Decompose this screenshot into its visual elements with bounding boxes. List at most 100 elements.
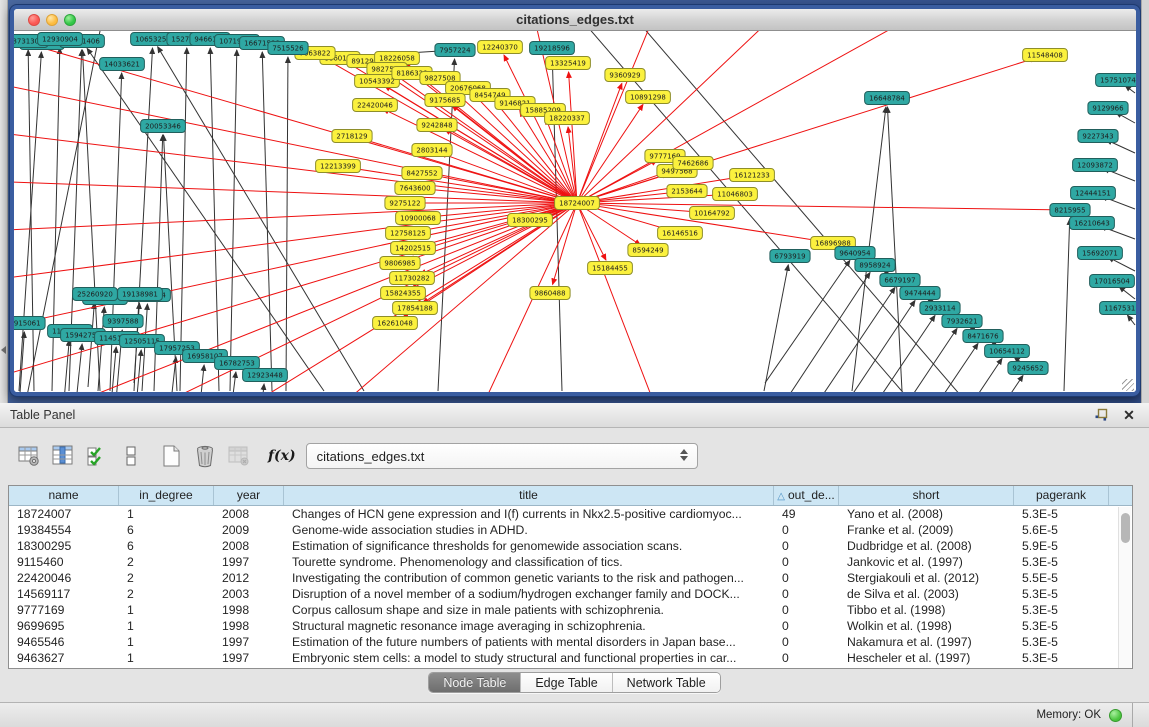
table-cell[interactable]: 5.3E-5 xyxy=(1014,602,1109,618)
graph-edge[interactable] xyxy=(88,303,94,387)
table-cell[interactable]: 18300295 xyxy=(9,538,119,554)
select-all-button[interactable] xyxy=(82,441,112,471)
table-cell[interactable]: 2009 xyxy=(214,522,284,538)
create-column-button[interactable] xyxy=(156,441,186,471)
table-cell[interactable]: Jankovic et al. (1997) xyxy=(839,554,1014,570)
graph-node[interactable]: 8215955 xyxy=(1050,204,1090,217)
table-cell[interactable]: 6 xyxy=(119,538,214,554)
table-cell[interactable]: Changes of HCN gene expression and I(f) … xyxy=(284,506,774,522)
table-cell[interactable]: 5.6E-5 xyxy=(1014,522,1109,538)
graph-edge[interactable] xyxy=(577,83,622,203)
graph-node[interactable]: 11046803 xyxy=(713,188,758,201)
graph-node[interactable]: 16121233 xyxy=(730,169,775,182)
table-cell[interactable]: 2 xyxy=(119,570,214,586)
delete-column-button[interactable] xyxy=(190,441,220,471)
table-cell[interactable]: 0 xyxy=(774,602,839,618)
table-cell[interactable]: Wolkin et al. (1998) xyxy=(839,618,1014,634)
table-cell[interactable]: 1997 xyxy=(214,554,284,570)
graph-edge[interactable] xyxy=(553,203,577,284)
table-cell[interactable]: 1998 xyxy=(214,602,284,618)
column-header-short[interactable]: short xyxy=(839,486,1014,505)
graph-node[interactable]: 15692071 xyxy=(1078,247,1123,260)
table-cell[interactable]: 9699695 xyxy=(9,618,119,634)
table-cell[interactable]: 5.5E-5 xyxy=(1014,570,1109,586)
graph-node[interactable]: 16261048 xyxy=(373,317,418,330)
table-cell[interactable]: 2003 xyxy=(214,586,284,602)
network-window[interactable]: citations_edges.txt 18724007886012389129… xyxy=(10,5,1140,396)
network-canvas[interactable]: 1872400788601238912954182260589827509105… xyxy=(14,31,1136,393)
graph-edge[interactable] xyxy=(1064,219,1070,391)
graph-node[interactable]: 12923448 xyxy=(243,369,288,382)
maximize-window-button[interactable] xyxy=(64,14,76,26)
graph-node[interactable]: 9915061 xyxy=(14,317,45,330)
table-cell[interactable]: 5.9E-5 xyxy=(1014,538,1109,554)
control-panel-divider[interactable] xyxy=(0,0,8,403)
table-cell[interactable]: 9463627 xyxy=(9,650,119,666)
graph-node[interactable]: 12093872 xyxy=(1073,159,1118,172)
table-cell[interactable]: 6 xyxy=(119,522,214,538)
table-row[interactable]: 1872400712008Changes of HCN gene express… xyxy=(9,506,1132,522)
function-builder-button[interactable]: f(x) xyxy=(268,448,296,464)
table-cell[interactable]: 1 xyxy=(119,618,214,634)
graph-node[interactable]: 12213399 xyxy=(316,160,361,173)
graph-node[interactable]: 9245652 xyxy=(1008,362,1048,375)
column-header-in_degree[interactable]: in_degree xyxy=(119,486,214,505)
table-row[interactable]: 2242004622012Investigating the contribut… xyxy=(9,570,1132,586)
graph-node[interactable]: 16210643 xyxy=(1070,217,1115,230)
table-cell[interactable]: Nakamura et al. (1997) xyxy=(839,634,1014,650)
table-cell[interactable]: 1997 xyxy=(214,650,284,666)
graph-node[interactable]: 15184455 xyxy=(588,262,633,275)
graph-node[interactable]: 9860488 xyxy=(530,287,570,300)
table-cell[interactable]: Embryonic stem cells: a model to study s… xyxy=(284,650,774,666)
graph-edge[interactable] xyxy=(199,365,204,393)
tab-edge-table[interactable]: Edge Table xyxy=(521,673,612,692)
graph-edge[interactable] xyxy=(14,203,577,331)
graph-edge[interactable] xyxy=(260,384,264,393)
graph-node[interactable]: 16146516 xyxy=(658,227,703,240)
table-mode-button[interactable] xyxy=(14,441,44,471)
graph-node[interactable]: 11548408 xyxy=(1023,49,1068,62)
column-header-title[interactable]: title xyxy=(284,486,774,505)
table-cell[interactable]: 0 xyxy=(774,538,839,554)
graph-node[interactable]: 18220337 xyxy=(545,112,590,125)
graph-edge[interactable] xyxy=(14,203,577,281)
graph-node[interactable]: 16782753 xyxy=(215,357,260,370)
table-cell[interactable]: 9115460 xyxy=(9,554,119,570)
graph-edge[interactable] xyxy=(230,372,236,393)
graph-edge[interactable] xyxy=(76,344,82,393)
graph-node[interactable]: 10900068 xyxy=(396,212,441,225)
citation-network-graph[interactable]: 1872400788601238912954182260589827509105… xyxy=(14,31,1136,393)
graph-node[interactable]: 18724007 xyxy=(555,197,600,210)
table-cell[interactable]: 5.3E-5 xyxy=(1014,554,1109,570)
graph-node[interactable]: 10654112 xyxy=(985,345,1030,358)
table-cell[interactable]: 18724007 xyxy=(9,506,119,522)
graph-node[interactable]: 18300295 xyxy=(508,214,553,227)
graph-edge[interactable] xyxy=(577,203,654,393)
table-scrollbar[interactable] xyxy=(1118,507,1131,668)
graph-node[interactable]: 15751074 xyxy=(1096,74,1136,87)
table-cell[interactable]: 0 xyxy=(774,570,839,586)
graph-node[interactable]: 10164792 xyxy=(690,207,735,220)
float-panel-button[interactable] xyxy=(1091,406,1111,424)
graph-edge[interactable] xyxy=(14,181,577,203)
graph-node[interactable]: 7643600 xyxy=(395,182,435,195)
table-row[interactable]: 946554611997Estimation of the future num… xyxy=(9,634,1132,650)
graph-node[interactable]: 9227343 xyxy=(1078,130,1118,143)
graph-edge[interactable] xyxy=(887,107,902,391)
graph-edge[interactable] xyxy=(262,52,272,391)
table-cell[interactable]: Stergiakouli et al. (2012) xyxy=(839,570,1014,586)
close-panel-button[interactable]: ✕ xyxy=(1119,406,1139,424)
table-cell[interactable]: 1 xyxy=(119,506,214,522)
graph-node[interactable]: 7957224 xyxy=(435,44,475,57)
graph-node[interactable]: 14033621 xyxy=(100,58,145,71)
graph-node[interactable]: 20053346 xyxy=(141,120,186,133)
table-cell[interactable]: 1997 xyxy=(214,634,284,650)
table-cell[interactable]: 5.3E-5 xyxy=(1014,586,1109,602)
table-cell[interactable]: Tibbo et al. (1998) xyxy=(839,602,1014,618)
column-header-out_de[interactable]: △out_de... xyxy=(774,486,839,505)
graph-node[interactable]: 2718129 xyxy=(332,130,372,143)
graph-node[interactable]: 2933114 xyxy=(920,302,960,315)
table-cell[interactable]: Tourette syndrome. Phenomenology and cla… xyxy=(284,554,774,570)
graph-edge[interactable] xyxy=(52,48,60,391)
table-cell[interactable]: 0 xyxy=(774,554,839,570)
